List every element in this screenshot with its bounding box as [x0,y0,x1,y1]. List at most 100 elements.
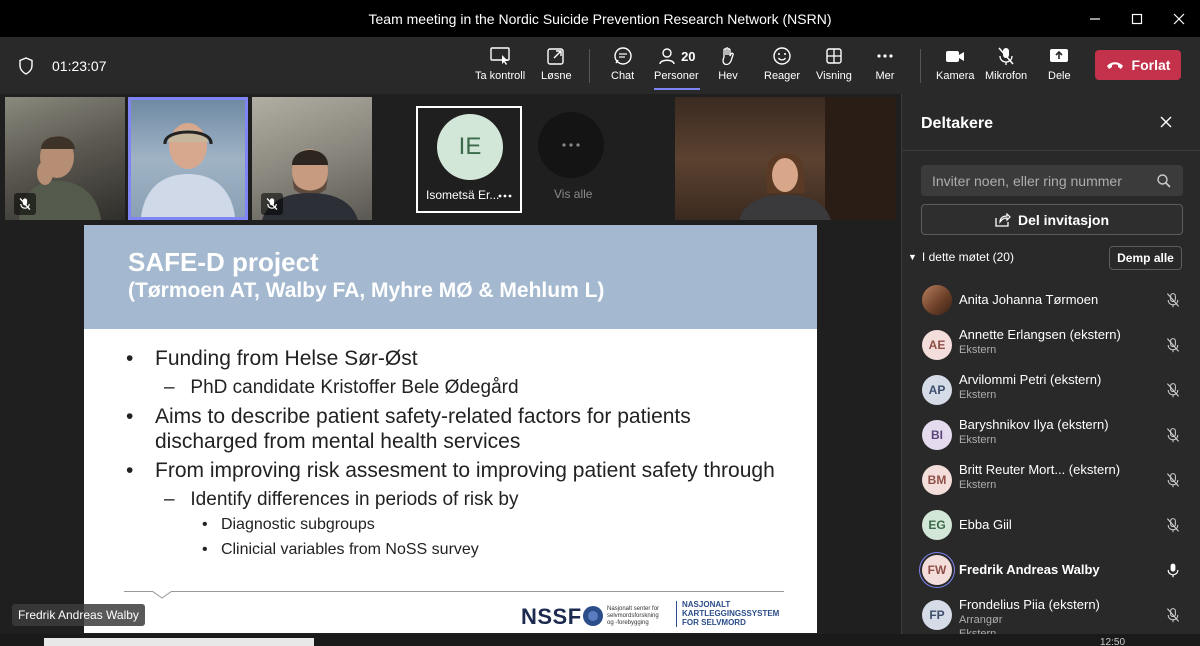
muted-badge [261,193,283,215]
bullet-text: Identify differences in periods of risk … [190,489,519,510]
nssf-line: og -forebygging [607,620,649,626]
search-icon[interactable] [1156,173,1172,189]
participant-avatar: AP [922,375,952,405]
microphone-label: Mikrofon [985,70,1028,82]
popout-label: Løsne [541,70,572,82]
participant-name: Frondelius Piia (ekstern) [959,597,1100,612]
mic-on-icon[interactable] [1165,561,1181,579]
more-icon [877,54,893,58]
tile-name: Isometsä Er... [426,188,500,202]
nssf-logo-mark [583,606,603,626]
bullet-text: discharged from mental health services [155,430,521,453]
view-button[interactable]: Visning [816,46,852,94]
participant-item[interactable]: Anita Johanna Tørmoen [902,277,1200,322]
share-invite-label: Del invitasjon [1017,211,1110,228]
chat-button[interactable]: Chat [611,46,634,94]
video-strip: IE Isometsä Er... Vis alle [0,94,900,224]
participant-item[interactable]: BI Baryshnikov Ilya (ekstern) Ekstern [902,412,1200,457]
participant-name: Annette Erlangsen (ekstern) [959,327,1121,342]
mic-off-icon [19,197,31,211]
participant-role: Ekstern [959,434,997,446]
close-window-button[interactable] [1158,0,1200,37]
take-control-button[interactable]: Ta kontroll [475,46,525,94]
bullet-text: Diagnostic subgroups [220,516,375,533]
window-controls [1074,0,1200,37]
participant-item[interactable]: FPFrondelius Piia (ekstern)ArrangørEkste… [902,592,1200,640]
caret-down-icon: ▼ [908,252,917,262]
participant-item[interactable]: BM Britt Reuter Mort... (ekstern) Ekstern [902,457,1200,502]
mic-off-icon[interactable] [1165,471,1181,489]
mic-off-icon[interactable] [1165,336,1181,354]
chat-icon [613,47,632,65]
taskbar-item[interactable] [44,638,314,646]
bullet-text: Clinicial variables from NoSS survey [220,541,479,558]
nssf-logo: NSSF [521,604,582,629]
see-all-label: Vis alle [554,187,593,201]
more-participants-circle [538,112,604,178]
participant-name: Ebba Giil [959,517,1012,532]
participant-role: Arrangør [959,614,1003,626]
microphone-button[interactable]: Mikrofon [985,46,1027,94]
participant-item[interactable]: FW Fredrik Andreas Walby [902,547,1200,592]
footer-notch [152,591,172,599]
close-icon [1173,13,1185,24]
toolbar-separator [589,49,590,83]
meeting-toolbar: 01:23:07 Ta kontroll Løsne Chat 20 Perso… [0,37,1200,94]
participant-item[interactable]: AP Arvilommi Petri (ekstern) Ekstern [902,367,1200,412]
participant-avatar: EG [922,510,952,540]
more-icon[interactable] [498,194,512,198]
react-label: Reager [764,70,801,82]
maximize-icon [1131,13,1143,24]
presentation-slide: SAFE-D project (Tørmoen AT, Walby FA, My… [84,225,817,633]
slide-subtitle: (Tørmoen AT, Walby FA, Myhre MØ & Mehlum… [128,279,605,302]
slide-footer-line [124,591,784,592]
participant-avatar: FW [922,555,952,585]
mic-off-icon[interactable] [1165,381,1181,399]
slide-subbullet: – PhD candidate Kristoffer Bele Ødegård [164,377,519,398]
chat-label: Chat [611,70,635,82]
video-tile[interactable] [5,97,125,220]
raise-hand-button[interactable]: Hev [718,46,738,94]
mic-off-icon[interactable] [1165,606,1181,624]
leave-label: Forlat [1131,57,1171,73]
mute-all-button[interactable]: Demp alle [1109,246,1182,270]
mic-off-icon[interactable] [1165,291,1181,309]
nssf-line: Nasjonalt senter for [607,606,660,612]
in-meeting-section-toggle[interactable]: ▼ I dette møtet (20) [908,250,1014,264]
people-button[interactable]: 20 Personer [654,46,699,94]
participant-item[interactable]: AE Annette Erlangsen (ekstern) Ekstern [902,322,1200,367]
leave-button[interactable]: Forlat [1095,50,1181,80]
participant-name: Anita Johanna Tørmoen [959,292,1099,307]
share-invite-button[interactable]: Del invitasjon [921,204,1183,235]
share-button[interactable]: Dele [1048,46,1071,94]
popout-icon [547,48,564,65]
panel-divider [902,150,1200,151]
more-button[interactable]: Mer [875,46,895,94]
slide-subsubbullet: • Clinicial variables from NoSS survey [202,541,479,558]
mic-off-icon[interactable] [1165,516,1181,534]
in-meeting-label: I dette møtet (20) [921,250,1014,264]
close-icon[interactable] [1158,114,1174,130]
participant-avatar-tile[interactable]: IE Isometsä Er... [416,106,522,213]
nssf-line: selvmordsforskning [607,613,659,619]
see-all-button[interactable]: Vis alle [538,112,604,202]
camera-button[interactable]: Kamera [936,46,975,94]
more-label: Mer [875,70,895,82]
maximize-button[interactable] [1116,0,1158,37]
mic-off-icon[interactable] [1165,426,1181,444]
react-button[interactable]: Reager [764,46,800,94]
participant-name: Arvilommi Petri (ekstern) [959,372,1102,387]
popout-button[interactable]: Løsne [541,46,572,94]
participant-avatar [922,285,952,315]
title-bar: Team meeting in the Nordic Suicide Preve… [0,0,1200,37]
active-speaker-tile[interactable] [128,97,248,220]
people-active-indicator [654,88,700,90]
video-tile[interactable] [252,97,372,220]
invite-search-input[interactable] [921,165,1183,196]
self-video-tile[interactable] [675,97,896,220]
participant-item[interactable]: EG Ebba Giil [902,502,1200,547]
emoji-icon [773,47,791,65]
take-control-label: Ta kontroll [475,70,526,82]
camera-icon [946,51,965,62]
minimize-button[interactable] [1074,0,1116,37]
